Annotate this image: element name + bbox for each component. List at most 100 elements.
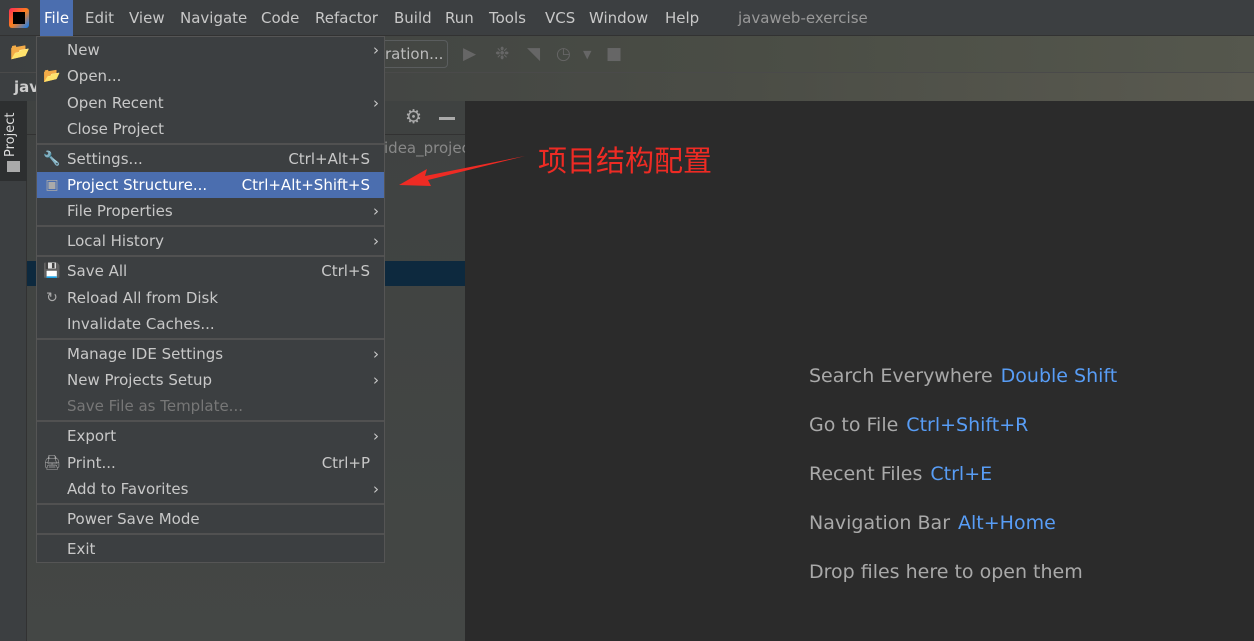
menu-edit[interactable]: Edit: [81, 0, 118, 36]
chevron-down-icon[interactable]: ▼: [583, 48, 591, 61]
hint-shortcut: Alt+Home: [958, 512, 1056, 534]
menu-item-open-recent[interactable]: Open Recent ›: [37, 90, 384, 116]
menu-item-project-structure[interactable]: ▣ Project Structure... Ctrl+Alt+Shift+S: [37, 172, 384, 198]
menu-item-shortcut: Ctrl+Alt+Shift+S: [241, 176, 370, 194]
project-structure-icon: ▣: [45, 177, 59, 193]
hint-label: Search Everywhere: [809, 365, 993, 387]
stop-icon[interactable]: ■: [606, 44, 622, 64]
menu-item-manage-ide-settings[interactable]: Manage IDE Settings ›: [37, 341, 384, 367]
menu-item-label: File Properties: [67, 202, 173, 220]
menu-help[interactable]: Help: [661, 0, 703, 36]
menu-separator: [37, 420, 384, 422]
debug-icon[interactable]: ❉: [495, 44, 509, 64]
menu-item-label: Print...: [67, 454, 116, 472]
menu-item-label: Close Project: [67, 120, 164, 138]
menu-item-open[interactable]: 📂 Open...: [37, 63, 384, 89]
menu-separator: [37, 503, 384, 505]
file-menu: New › 📂 Open... Open Recent › Close Project 🔧 Se…: [36, 36, 385, 563]
welcome-hint: Search Everywhere Double Shift: [809, 365, 1117, 387]
minimize-icon[interactable]: [439, 117, 455, 120]
annotation-text: 项目结构配置: [538, 144, 713, 178]
folder-icon: [7, 161, 20, 172]
menu-tools[interactable]: Tools: [485, 0, 530, 36]
menu-item-export[interactable]: Export ›: [37, 423, 384, 449]
hint-label: Recent Files: [809, 463, 923, 485]
menu-item-settings[interactable]: 🔧 Settings... Ctrl+Alt+S: [37, 146, 384, 172]
chevron-right-icon: ›: [373, 427, 379, 445]
tool-window-strip: Project: [0, 101, 27, 641]
menu-item-label: Local History: [67, 232, 165, 250]
menu-item-label: Open Recent: [67, 94, 164, 112]
menu-item-new-projects-setup[interactable]: New Projects Setup ›: [37, 367, 384, 393]
chevron-right-icon: ›: [373, 232, 379, 250]
chevron-right-icon: ›: [373, 41, 379, 59]
welcome-hint: Drop files here to open them: [809, 561, 1083, 583]
menu-item-label: New: [67, 41, 100, 59]
profile-icon[interactable]: ◷: [556, 44, 571, 64]
menu-item-label: Export: [67, 427, 117, 445]
hint-label: Drop files here to open them: [809, 561, 1083, 583]
menu-run[interactable]: Run: [441, 0, 478, 36]
menu-code[interactable]: Code: [257, 0, 303, 36]
menu-item-label: Save File as Template...: [67, 397, 243, 415]
menu-item-print[interactable]: 🖨 Print... Ctrl+P: [37, 450, 384, 476]
menu-item-exit[interactable]: Exit: [37, 536, 384, 562]
run-icon[interactable]: ▶: [463, 44, 476, 64]
project-tool-button[interactable]: Project: [0, 101, 27, 181]
menu-item-label: Save All: [67, 262, 128, 280]
chevron-right-icon: ›: [373, 371, 379, 389]
chevron-right-icon: ›: [373, 345, 379, 363]
menu-item-shortcut: Ctrl+P: [321, 454, 370, 472]
menu-separator: [37, 338, 384, 340]
menu-item-save-all[interactable]: 💾 Save All Ctrl+S: [37, 258, 384, 284]
menu-separator: [37, 255, 384, 257]
menu-item-shortcut: Ctrl+S: [321, 262, 370, 280]
menu-item-invalidate-caches[interactable]: Invalidate Caches...: [37, 311, 384, 337]
menu-navigate[interactable]: Navigate: [176, 0, 251, 36]
menu-separator: [37, 143, 384, 145]
hint-shortcut: Ctrl+Shift+R: [906, 414, 1029, 436]
menu-item-label: Manage IDE Settings: [67, 345, 224, 363]
menu-separator: [37, 225, 384, 227]
hint-shortcut: Double Shift: [1000, 365, 1118, 387]
menu-item-label: Project Structure...: [67, 176, 208, 194]
menu-item-save-file-as-template[interactable]: Save File as Template...: [37, 393, 384, 419]
welcome-hint: Recent Files Ctrl+E: [809, 463, 992, 485]
hint-label: Go to File: [809, 414, 899, 436]
welcome-hint: Go to File Ctrl+Shift+R: [809, 414, 1028, 436]
menu-window[interactable]: Window: [585, 0, 652, 36]
coverage-icon[interactable]: ◥: [527, 44, 540, 64]
menu-separator: [37, 533, 384, 535]
menu-item-label: Exit: [67, 540, 96, 558]
menu-item-label: Open...: [67, 67, 122, 85]
menu-item-local-history[interactable]: Local History ›: [37, 228, 384, 254]
menu-item-file-properties[interactable]: File Properties ›: [37, 198, 384, 224]
menu-build[interactable]: Build: [390, 0, 436, 36]
menu-bar: File Edit View Navigate Code Refactor Build Run…: [0, 0, 1254, 36]
menu-item-power-save-mode[interactable]: Power Save Mode: [37, 506, 384, 532]
menu-refactor[interactable]: Refactor: [311, 0, 382, 36]
hint-label: Navigation Bar: [809, 512, 951, 534]
window-title: javaweb-exercise: [738, 9, 868, 27]
menu-item-new[interactable]: New ›: [37, 37, 384, 63]
gear-icon[interactable]: ⚙: [405, 106, 422, 128]
intellij-logo-icon: [9, 8, 29, 28]
welcome-hint: Navigation Bar Alt+Home: [809, 512, 1056, 534]
menu-item-add-to-favorites[interactable]: Add to Favorites ›: [37, 476, 384, 502]
chevron-right-icon: ›: [373, 202, 379, 220]
menu-item-label: New Projects Setup: [67, 371, 213, 389]
menu-item-close-project[interactable]: Close Project: [37, 116, 384, 142]
chevron-right-icon: ›: [373, 480, 379, 498]
wrench-icon: 🔧: [43, 151, 61, 167]
menu-view[interactable]: View: [125, 0, 169, 36]
menu-vcs[interactable]: VCS: [541, 0, 579, 36]
menu-item-label: Invalidate Caches...: [67, 315, 215, 333]
open-folder-icon[interactable]: 📂: [10, 42, 30, 61]
menu-item-reload-all-from-disk[interactable]: ↻ Reload All from Disk: [37, 285, 384, 311]
menu-file[interactable]: File: [40, 0, 74, 36]
menu-item-label: Power Save Mode: [67, 510, 200, 528]
menu-item-label: Add to Favorites: [67, 480, 189, 498]
chevron-right-icon: ›: [373, 94, 379, 112]
hint-shortcut: Ctrl+E: [930, 463, 993, 485]
save-icon: 💾: [43, 263, 61, 279]
